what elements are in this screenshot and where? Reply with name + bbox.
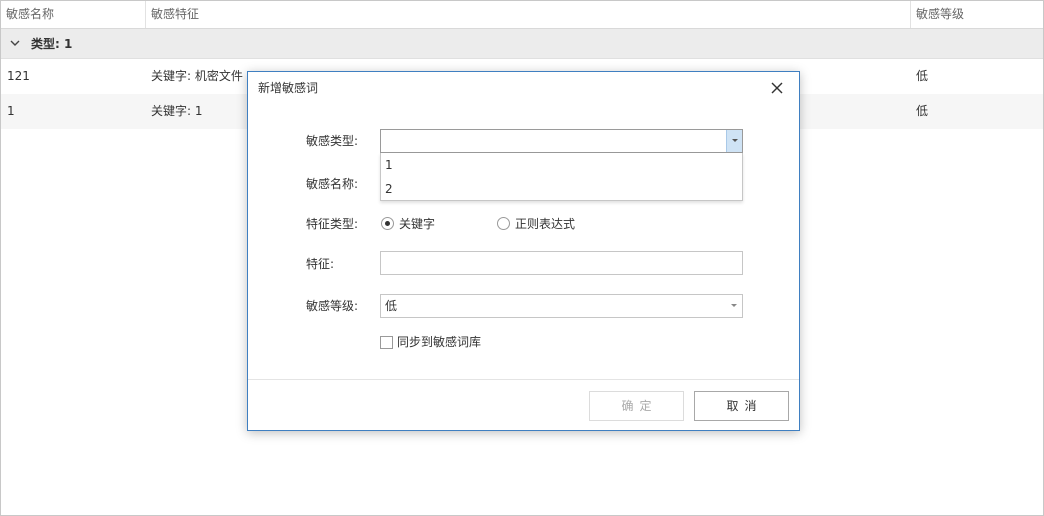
sync-checkbox[interactable] <box>380 336 393 349</box>
radio-regex-label: 正则表达式 <box>515 217 576 231</box>
type-label: 敏感类型: <box>306 134 359 148</box>
column-header-name[interactable]: 敏感名称 <box>1 1 146 28</box>
type-select[interactable] <box>380 129 743 153</box>
confirm-button[interactable]: 确定 <box>589 391 684 421</box>
dropdown-arrow-icon <box>731 304 737 307</box>
cell-level: 低 <box>916 69 929 83</box>
column-header-feature[interactable]: 敏感特征 <box>146 1 911 28</box>
type-option[interactable]: 1 <box>381 153 742 177</box>
radio-regex[interactable]: 正则表达式 <box>497 214 617 234</box>
chevron-down-icon[interactable] <box>9 37 21 49</box>
radio-keyword[interactable]: 关键字 <box>381 214 481 234</box>
type-dropdown-button[interactable] <box>726 130 742 152</box>
group-row[interactable]: 类型: 1 <box>1 29 1043 59</box>
cancel-button[interactable]: 取消 <box>694 391 789 421</box>
name-label: 敏感名称: <box>306 177 359 191</box>
radio-regex-indicator[interactable] <box>497 217 510 230</box>
app-window: 敏感名称 敏感特征 敏感等级 类型: 1 121 关键字: 机密文件 低 1 关… <box>0 0 1044 516</box>
radio-keyword-indicator[interactable] <box>381 217 394 230</box>
level-dropdown-button[interactable] <box>726 295 742 317</box>
group-label: 类型: 1 <box>31 37 73 51</box>
level-select[interactable]: 低 <box>380 294 743 318</box>
cell-name: 121 <box>7 69 30 83</box>
table-header: 敏感名称 敏感特征 敏感等级 <box>1 1 1043 29</box>
dropdown-arrow-icon <box>732 139 738 142</box>
add-sensitive-word-dialog: 新增敏感词 敏感类型: 1 2 敏感名称: 特征类型: 关键字 正则表达式 特征… <box>247 71 800 431</box>
radio-keyword-label: 关键字 <box>399 217 436 231</box>
type-option[interactable]: 2 <box>381 177 742 201</box>
feature-input[interactable] <box>380 251 743 275</box>
cell-level: 低 <box>916 104 929 118</box>
dialog-title: 新增敏感词 <box>258 81 319 95</box>
feature-type-label: 特征类型: <box>306 217 359 231</box>
dialog-footer: 确定 取消 <box>248 379 799 430</box>
column-header-level[interactable]: 敏感等级 <box>911 1 1043 28</box>
level-select-value: 低 <box>385 299 398 313</box>
level-label: 敏感等级: <box>306 299 359 313</box>
cell-name: 1 <box>7 104 15 118</box>
close-icon[interactable] <box>769 80 785 96</box>
sync-checkbox-label[interactable]: 同步到敏感词库 <box>397 332 481 352</box>
feature-label: 特征: <box>306 257 335 271</box>
type-dropdown-list: 1 2 <box>380 153 743 201</box>
